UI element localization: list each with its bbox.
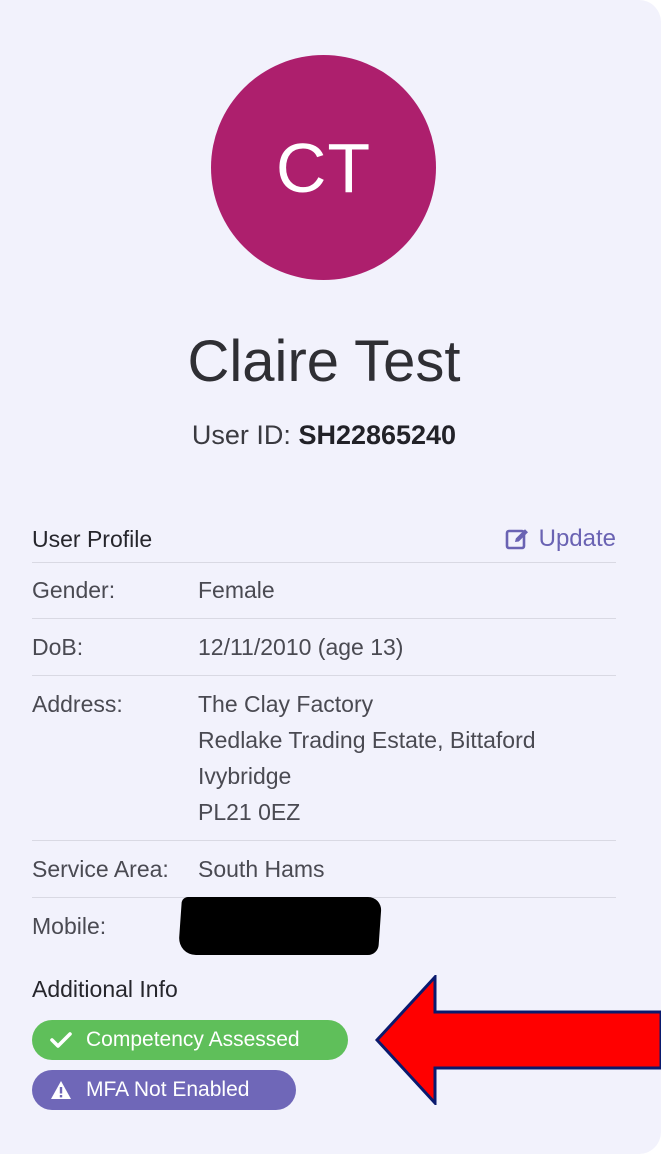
update-label: Update <box>538 525 616 552</box>
address-row: Address: The Clay Factory Redlake Tradin… <box>32 677 616 841</box>
dob-row: DoB: 12/11/2010 (age 13) <box>32 620 616 676</box>
warning-icon <box>51 1081 71 1099</box>
user-profile-header: User Profile Update <box>32 516 616 563</box>
gender-row: Gender: Female <box>32 563 616 619</box>
competency-badge: Competency Assessed <box>32 1020 348 1060</box>
user-profile-title: User Profile <box>32 525 153 552</box>
service-area-value: South Hams <box>198 856 325 882</box>
edit-icon <box>505 529 528 550</box>
gender-value: Female <box>198 577 275 603</box>
address-line-1: The Clay Factory <box>198 691 374 717</box>
redaction-mark <box>177 897 383 955</box>
competency-badge-label: Competency Assessed <box>86 1028 300 1051</box>
address-line-3: Ivybridge <box>198 763 292 789</box>
address-value: The Clay Factory Redlake Trading Estate,… <box>198 686 536 840</box>
user-id-label: User ID: <box>191 420 291 450</box>
avatar: CT <box>211 55 436 280</box>
service-area-row: Service Area: South Hams <box>32 842 616 898</box>
service-area-label: Service Area: <box>32 856 169 882</box>
address-line-4: PL21 0EZ <box>198 799 301 825</box>
dob-value: 12/11/2010 (age 13) <box>198 634 404 660</box>
user-id-value: SH22865240 <box>298 420 457 450</box>
check-icon <box>50 1032 72 1048</box>
gender-label: Gender: <box>32 577 116 603</box>
user-id: User ID: SH22865240 <box>0 420 648 451</box>
annotation-arrow <box>375 975 661 1105</box>
address-label: Address: <box>32 691 123 717</box>
profile-card: CT Claire Test User ID: SH22865240 User … <box>0 0 661 1154</box>
avatar-initials: CT <box>275 128 372 207</box>
dob-label: DoB: <box>32 634 84 660</box>
address-line-2: Redlake Trading Estate, Bittaford <box>198 727 536 753</box>
mobile-label: Mobile: <box>32 913 107 939</box>
mfa-badge-label: MFA Not Enabled <box>86 1078 250 1101</box>
update-button[interactable]: Update <box>505 525 616 553</box>
user-name: Claire Test <box>187 329 461 394</box>
additional-info-title: Additional Info <box>32 976 178 1002</box>
mfa-badge: MFA Not Enabled <box>32 1070 296 1110</box>
